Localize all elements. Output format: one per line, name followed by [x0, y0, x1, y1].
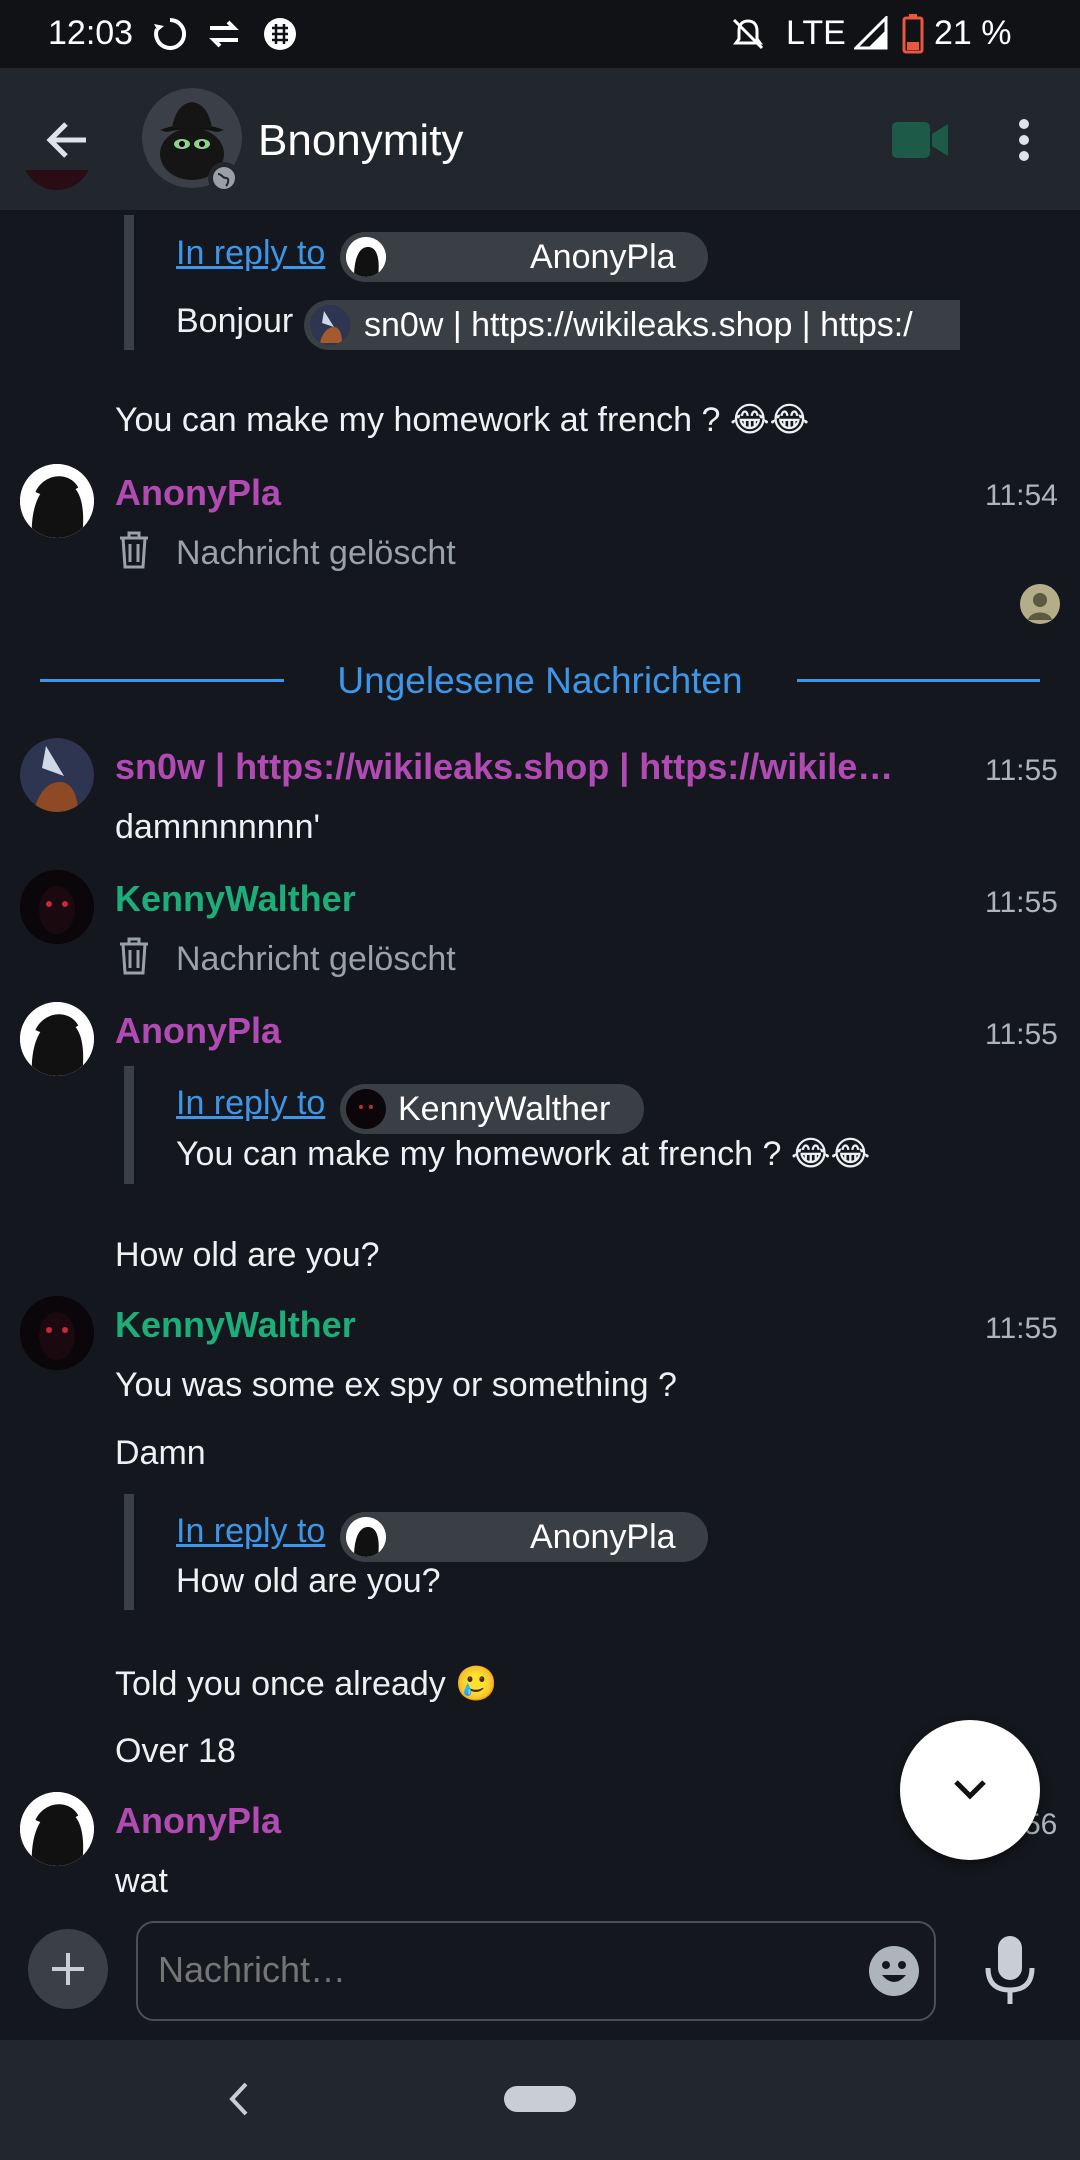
signal-icon — [852, 14, 888, 55]
reply-user-avatar — [346, 1517, 386, 1557]
mention-chip[interactable]: sn0w | https://wikileaks.shop | https:/ — [304, 300, 960, 350]
status-time: 12:03 — [48, 14, 134, 52]
reply-user-chip[interactable]: AnonyPla — [340, 1512, 708, 1562]
nav-home-pill[interactable] — [504, 2086, 576, 2112]
reply-user-avatar — [346, 1089, 386, 1129]
quote-bar — [124, 215, 134, 350]
chevron-down-icon — [950, 1774, 990, 1811]
quote-bar — [124, 1066, 134, 1184]
message-text: Told you once already 🥲 — [115, 1665, 498, 1703]
network-type: LTE — [786, 14, 846, 52]
reply-user-avatar — [346, 237, 386, 277]
reply-to-link[interactable]: In reply to — [176, 1084, 325, 1123]
sender-avatar[interactable] — [20, 1792, 94, 1866]
deleted-message-label: Nachricht gelöscht — [176, 940, 456, 978]
avatar-partial — [22, 170, 92, 220]
trash-icon — [116, 530, 152, 575]
globe-badge-icon — [208, 162, 240, 194]
sender-name[interactable]: AnonyPla — [115, 472, 281, 514]
message-text: Damn — [115, 1434, 206, 1472]
divider-line-right — [797, 679, 1040, 682]
more-options-icon[interactable] — [1012, 118, 1036, 167]
battery-percent: 21 % — [934, 14, 1012, 52]
sender-avatar[interactable] — [20, 738, 94, 812]
message-time: 11:54 — [985, 479, 1058, 512]
message-text: How old are you? — [115, 1236, 380, 1274]
reply-to-link[interactable]: In reply to — [176, 1512, 325, 1551]
system-nav-bar — [0, 2040, 1080, 2160]
sync-icon — [150, 14, 190, 59]
sender-name[interactable]: sn0w | https://wikileaks.shop | https://… — [115, 746, 893, 788]
message-text: damnnnnnnn' — [115, 808, 320, 846]
attach-button[interactable] — [28, 1929, 108, 2009]
quoted-text: You can make my homework at french ? 😂😂 — [176, 1135, 871, 1173]
app-notification-icon — [260, 14, 300, 59]
message-time: 11:55 — [985, 754, 1058, 787]
message-input[interactable] — [156, 1943, 820, 1997]
reply-user-name: KennyWalther — [398, 1090, 611, 1128]
reply-user-name: AnonyPla — [530, 238, 676, 276]
sender-avatar[interactable] — [20, 464, 94, 538]
message-text: You can make my homework at french ? 😂😂 — [115, 401, 810, 439]
chat-title[interactable]: Bnonymity — [258, 116, 463, 166]
plus-icon — [48, 1949, 88, 1994]
trash-icon — [116, 936, 152, 981]
reply-user-chip[interactable]: KennyWalther — [340, 1084, 644, 1134]
chat-header: Bnonymity — [0, 68, 1080, 210]
sender-name[interactable]: KennyWalther — [115, 1304, 356, 1346]
message-time: 11:55 — [985, 1018, 1058, 1051]
message-time: 11:55 — [985, 886, 1058, 919]
back-arrow-icon[interactable] — [44, 116, 92, 169]
reply-to-link[interactable]: In reply to — [176, 234, 325, 273]
message-input-box[interactable] — [136, 1921, 936, 2021]
reply-user-chip[interactable]: AnonyPla — [340, 232, 708, 282]
mute-bell-icon — [730, 16, 766, 57]
sender-name[interactable]: AnonyPla — [115, 1010, 281, 1052]
mention-avatar — [310, 305, 350, 345]
scroll-to-bottom-button[interactable] — [900, 1720, 1040, 1860]
sender-avatar[interactable] — [20, 870, 94, 944]
data-transfer-icon — [206, 16, 242, 57]
reply-user-name: AnonyPla — [530, 1518, 676, 1556]
sender-name[interactable]: KennyWalther — [115, 878, 356, 920]
sender-name[interactable]: AnonyPla — [115, 1800, 281, 1842]
video-call-icon[interactable] — [890, 120, 950, 165]
sender-avatar[interactable] — [20, 1002, 94, 1076]
read-receipt-avatar — [1020, 584, 1060, 624]
quoted-text: How old are you? — [176, 1562, 441, 1600]
emoji-icon[interactable] — [868, 1945, 920, 2002]
message-text: Over 18 — [115, 1732, 236, 1770]
message-time: 11:55 — [985, 1312, 1058, 1345]
sender-avatar[interactable] — [20, 1296, 94, 1370]
quote-bar — [124, 1494, 134, 1610]
battery-icon — [902, 14, 924, 59]
deleted-message-label: Nachricht gelöscht — [176, 534, 456, 572]
status-bar: 12:03 LTE 21 % — [0, 0, 1080, 68]
microphone-icon[interactable] — [980, 1934, 1040, 2011]
message-text: Bonjour — [176, 302, 294, 340]
message-text: wat — [115, 1862, 168, 1900]
mention-text: sn0w | https://wikileaks.shop | https:/ — [364, 306, 913, 344]
message-text: You was some ex spy or something ? — [115, 1366, 677, 1404]
nav-back-icon[interactable] — [224, 2080, 254, 2123]
